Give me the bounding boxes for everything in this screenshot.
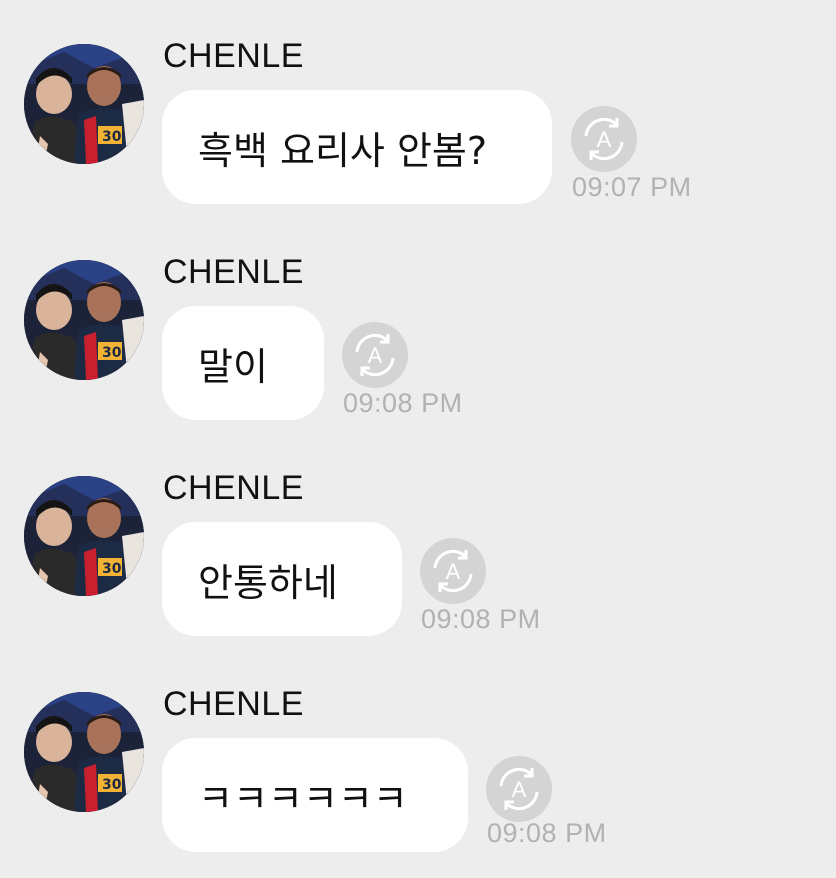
sender-avatar[interactable]: [24, 44, 144, 164]
message-bubble[interactable]: ㅋㅋㅋㅋㅋㅋ: [162, 738, 468, 852]
sender-name: CHENLE: [163, 37, 304, 75]
translate-icon: A: [433, 549, 473, 593]
message-timestamp: 09:07 PM: [572, 172, 692, 202]
translate-icon: A: [584, 117, 624, 161]
translate-icon: A: [355, 333, 395, 377]
message-row: CHENLE 말이 A 09:08 PM: [0, 216, 836, 420]
message-row: CHENLE ㅋㅋㅋㅋㅋㅋ A 09:08 PM: [0, 648, 836, 852]
svg-text:A: A: [597, 127, 612, 152]
message-timestamp: 09:08 PM: [421, 604, 541, 634]
message-bubble[interactable]: 안통하네: [162, 522, 402, 636]
translate-button[interactable]: A: [342, 322, 408, 388]
sender-avatar[interactable]: [24, 260, 144, 380]
sender-name: CHENLE: [163, 685, 304, 723]
sender-avatar[interactable]: [24, 476, 144, 596]
sender-avatar[interactable]: [24, 692, 144, 812]
translate-button[interactable]: A: [420, 538, 486, 604]
message-bubble[interactable]: 말이: [162, 306, 324, 420]
message-timestamp: 09:08 PM: [487, 818, 607, 848]
translate-button[interactable]: A: [571, 106, 637, 172]
message-bubble[interactable]: 흑백 요리사 안봄?: [162, 90, 552, 204]
translate-button[interactable]: A: [486, 756, 552, 822]
message-row: CHENLE 흑백 요리사 안봄? A 09:07 PM: [0, 0, 836, 204]
translate-icon: A: [499, 767, 539, 811]
svg-text:A: A: [512, 777, 527, 802]
svg-text:A: A: [368, 343, 383, 368]
message-timestamp: 09:08 PM: [343, 388, 463, 418]
svg-text:A: A: [446, 559, 461, 584]
sender-name: CHENLE: [163, 253, 304, 291]
sender-name: CHENLE: [163, 469, 304, 507]
message-row: CHENLE 안통하네 A 09:08 PM: [0, 432, 836, 636]
